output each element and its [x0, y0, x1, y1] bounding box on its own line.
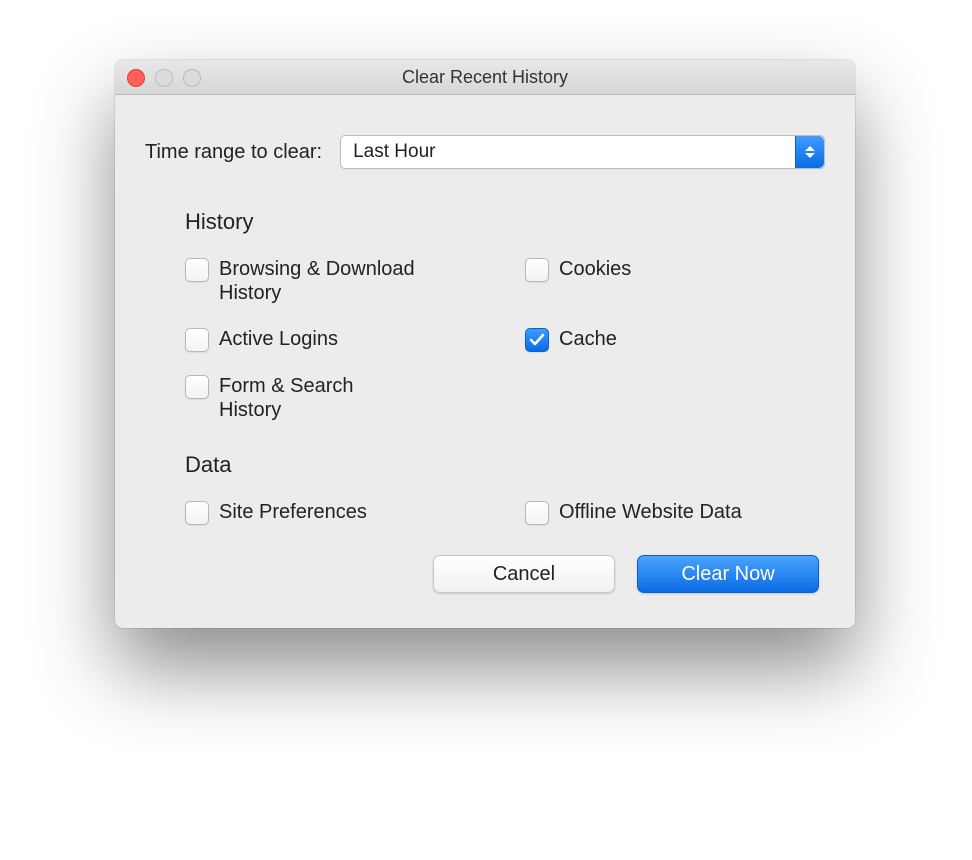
time-range-label: Time range to clear: [145, 141, 322, 164]
checkbox-icon [185, 375, 209, 399]
dialog-content: Time range to clear: Last Hour History B… [115, 95, 855, 628]
checkbox-label: Form & Search History [219, 374, 419, 422]
cancel-button[interactable]: Cancel [433, 555, 615, 593]
clear-now-button[interactable]: Clear Now [637, 555, 819, 593]
minimize-window-icon [155, 69, 173, 87]
section-data: Data Site Preferences Offline Website Da… [185, 452, 825, 525]
checkbox-label: Offline Website Data [559, 500, 742, 524]
time-range-value: Last Hour [353, 141, 435, 163]
checkbox-cache[interactable]: Cache [525, 327, 825, 352]
close-window-icon[interactable] [127, 69, 145, 87]
checkbox-browsing-download-history[interactable]: Browsing & Download History [185, 257, 525, 305]
checkbox-site-preferences[interactable]: Site Preferences [185, 500, 525, 525]
zoom-window-icon [183, 69, 201, 87]
data-options: Site Preferences Offline Website Data [185, 500, 825, 525]
checkbox-icon [185, 501, 209, 525]
checkbox-label: Cookies [559, 257, 631, 281]
clear-now-button-label: Clear Now [681, 563, 774, 586]
section-data-title: Data [185, 452, 825, 478]
checkbox-icon [525, 258, 549, 282]
checkbox-icon [525, 328, 549, 352]
checkbox-label: Cache [559, 327, 617, 351]
checkbox-offline-website-data[interactable]: Offline Website Data [525, 500, 825, 525]
time-range-row: Time range to clear: Last Hour [145, 135, 825, 169]
checkbox-icon [525, 501, 549, 525]
time-range-select[interactable]: Last Hour [340, 135, 825, 169]
checkbox-label: Browsing & Download History [219, 257, 419, 305]
history-options: Browsing & Download History Cookies Acti… [185, 257, 825, 422]
titlebar: Clear Recent History [115, 60, 855, 95]
dialog-buttons: Cancel Clear Now [145, 555, 819, 593]
checkbox-cookies[interactable]: Cookies [525, 257, 825, 305]
checkbox-icon [185, 328, 209, 352]
section-history: History Browsing & Download History Cook… [185, 209, 825, 422]
checkbox-active-logins[interactable]: Active Logins [185, 327, 525, 352]
checkbox-label: Active Logins [219, 327, 338, 351]
window-controls [127, 69, 201, 87]
select-caret-icon [795, 136, 824, 168]
dialog-window: Clear Recent History Time range to clear… [115, 60, 855, 628]
window-title: Clear Recent History [402, 67, 568, 88]
section-history-title: History [185, 209, 825, 235]
checkbox-icon [185, 258, 209, 282]
checkbox-form-search-history[interactable]: Form & Search History [185, 374, 525, 422]
cancel-button-label: Cancel [493, 563, 555, 586]
checkbox-label: Site Preferences [219, 500, 367, 524]
